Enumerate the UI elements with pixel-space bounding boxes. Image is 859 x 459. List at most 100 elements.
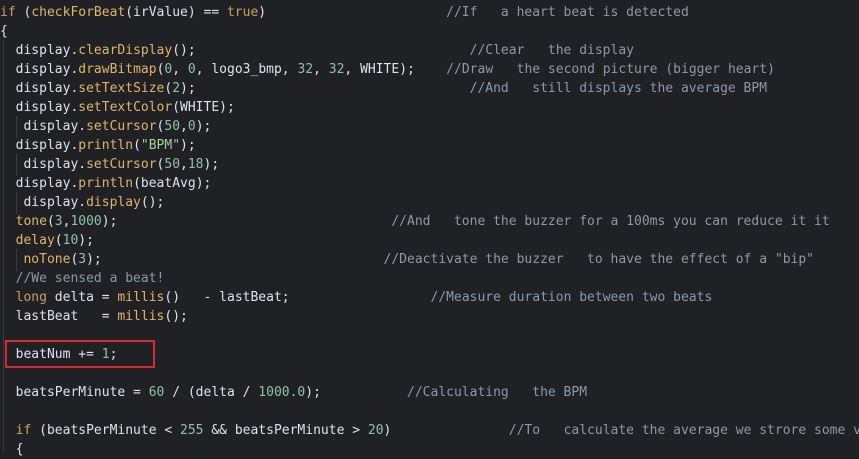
code-token-default: ); (180, 81, 196, 96)
code-token-default: delta = (46, 290, 118, 305)
code-token-comment: //Clear the display (469, 43, 634, 58)
code-token-default (0, 290, 16, 305)
highlight-box (5, 340, 155, 368)
code-line[interactable]: noTone(3); //Deactivate the buzzer to ha… (0, 250, 814, 269)
code-token-default (0, 214, 16, 229)
code-token-number: 10 (62, 233, 79, 248)
code-token-default: ); (203, 157, 220, 172)
code-token-default: ); (195, 119, 212, 134)
code-token-number: 20 (367, 423, 384, 438)
code-token-comment: //Measure duration between two beats (430, 290, 713, 305)
code-token-function: delay (15, 233, 55, 248)
code-token-default: , (172, 62, 188, 77)
code-token-default: ); (78, 233, 94, 248)
code-token-default: && beatsPerMinute > (203, 423, 368, 438)
code-token-comment: //Calculating the BPM (407, 385, 588, 400)
code-token-function: noTone (23, 252, 71, 267)
code-token-function: setCursor (86, 157, 157, 172)
code-token-number: 3 (54, 214, 63, 229)
code-line[interactable]: long delta = millis() - lastBeat; //Meas… (0, 288, 713, 307)
code-line[interactable]: { (0, 22, 8, 41)
code-token-default: , logo3_bmp, (195, 62, 298, 77)
code-token-function: setCursor (86, 119, 157, 134)
code-token-number: 0 (187, 62, 196, 77)
code-line[interactable]: display.display(); (0, 193, 164, 212)
code-line[interactable]: display.setCursor(50,18); (0, 155, 219, 174)
code-token-default: / (delta / (164, 385, 259, 400)
code-token-default: lastBeat = (0, 309, 118, 324)
code-token-default (0, 423, 16, 438)
code-token-function: checkForBeat (31, 5, 126, 20)
code-token-number: 1000.0 (258, 385, 306, 400)
code-line[interactable]: display.drawBitmap(0, 0, logo3_bmp, 32, … (0, 60, 775, 79)
code-token-number: 50 (164, 119, 181, 134)
code-token-default: display. (0, 81, 79, 96)
code-token-comment: //To calculate the average we strore som… (508, 423, 859, 438)
code-token-default: (); (172, 43, 196, 58)
code-line[interactable]: if (beatsPerMinute < 255 && beatsPerMinu… (0, 421, 859, 440)
code-token-default: ); (86, 252, 102, 267)
code-token-default: display. (0, 138, 79, 153)
code-token-default (415, 62, 446, 77)
code-token-number: 1000 (70, 214, 102, 229)
code-token-function: setTextSize (78, 81, 165, 96)
code-token-default: ); (101, 214, 118, 229)
code-line[interactable]: display.clearDisplay(); //Clear the disp… (0, 41, 634, 60)
code-line[interactable]: display.setTextColor(WHITE); (0, 98, 235, 117)
code-token-default (266, 5, 446, 20)
code-token-keyword: if (15, 423, 32, 438)
code-token-default: { (0, 442, 24, 457)
code-token-default: (beatsPerMinute < (31, 423, 181, 438)
code-token-default (0, 271, 16, 286)
code-token-default: display. (0, 119, 87, 134)
code-line[interactable]: display.println("BPM"); (0, 136, 196, 155)
code-token-function: clearDisplay (78, 43, 173, 58)
code-token-number: 2 (172, 81, 181, 96)
code-token-default: , (180, 157, 188, 172)
code-token-default: (); (140, 195, 165, 210)
code-token-default (117, 214, 391, 229)
code-token-default (102, 252, 384, 267)
code-line[interactable]: if (checkForBeat(irValue) == true) //If … (0, 3, 689, 22)
code-token-default (0, 233, 16, 248)
code-token-default: { (0, 24, 8, 39)
code-line[interactable]: display.println(beatAvg); (0, 174, 212, 193)
code-token-number: 60 (148, 385, 165, 400)
code-token-comment: //If a heart beat is detected (446, 5, 689, 20)
code-token-default: beatsPerMinute = (0, 385, 149, 400)
code-token-default: () - lastBeat; (164, 290, 290, 305)
code-line[interactable]: delay(10); (0, 231, 94, 250)
code-token-number: 32 (328, 62, 345, 77)
code-editor[interactable]: if (checkForBeat(irValue) == true) //If … (0, 0, 859, 457)
code-token-comment: //Deactivate the buzzer to have the effe… (383, 252, 814, 267)
code-token-default: ( (54, 233, 63, 248)
code-token-default (0, 252, 23, 267)
code-token-function: tone (15, 214, 47, 229)
code-token-comment: //And tone the buzzer for a 100ms you ca… (391, 214, 830, 229)
code-token-comment: //Draw the second picture (bigger heart) (446, 62, 775, 77)
code-line[interactable]: //We sensed a beat! (0, 269, 165, 288)
code-token-default: ); (180, 138, 196, 153)
code-token-comment: //And still displays the average BPM (469, 81, 768, 96)
code-line[interactable]: display.setCursor(50,0); (0, 117, 211, 136)
code-line[interactable]: display.setTextSize(2); //And still disp… (0, 79, 767, 98)
code-token-comment: //We sensed a beat! (15, 271, 165, 286)
code-token-function: println (78, 176, 134, 191)
code-token-default: display. (0, 176, 79, 191)
code-line[interactable]: beatsPerMinute = 60 / (delta / 1000.0); … (0, 383, 587, 402)
code-token-function: println (78, 138, 134, 153)
code-token-function: display (86, 195, 141, 210)
code-line[interactable]: lastBeat = millis(); (0, 307, 188, 326)
code-token-default: ) (258, 5, 267, 20)
code-token-default: (beatAvg); (133, 176, 212, 191)
code-token-keyword: if (0, 5, 24, 20)
code-line[interactable]: { (0, 440, 24, 459)
code-line[interactable]: tone(3,1000); //And tone the buzzer for … (0, 212, 830, 231)
code-token-number: 18 (187, 157, 204, 172)
code-token-default (321, 385, 407, 400)
code-token-default: ( (133, 138, 141, 153)
code-token-default: ); (305, 385, 321, 400)
code-token-default: , (313, 62, 329, 77)
code-token-default: display. (0, 43, 79, 58)
code-token-function: drawBitmap (78, 62, 157, 77)
